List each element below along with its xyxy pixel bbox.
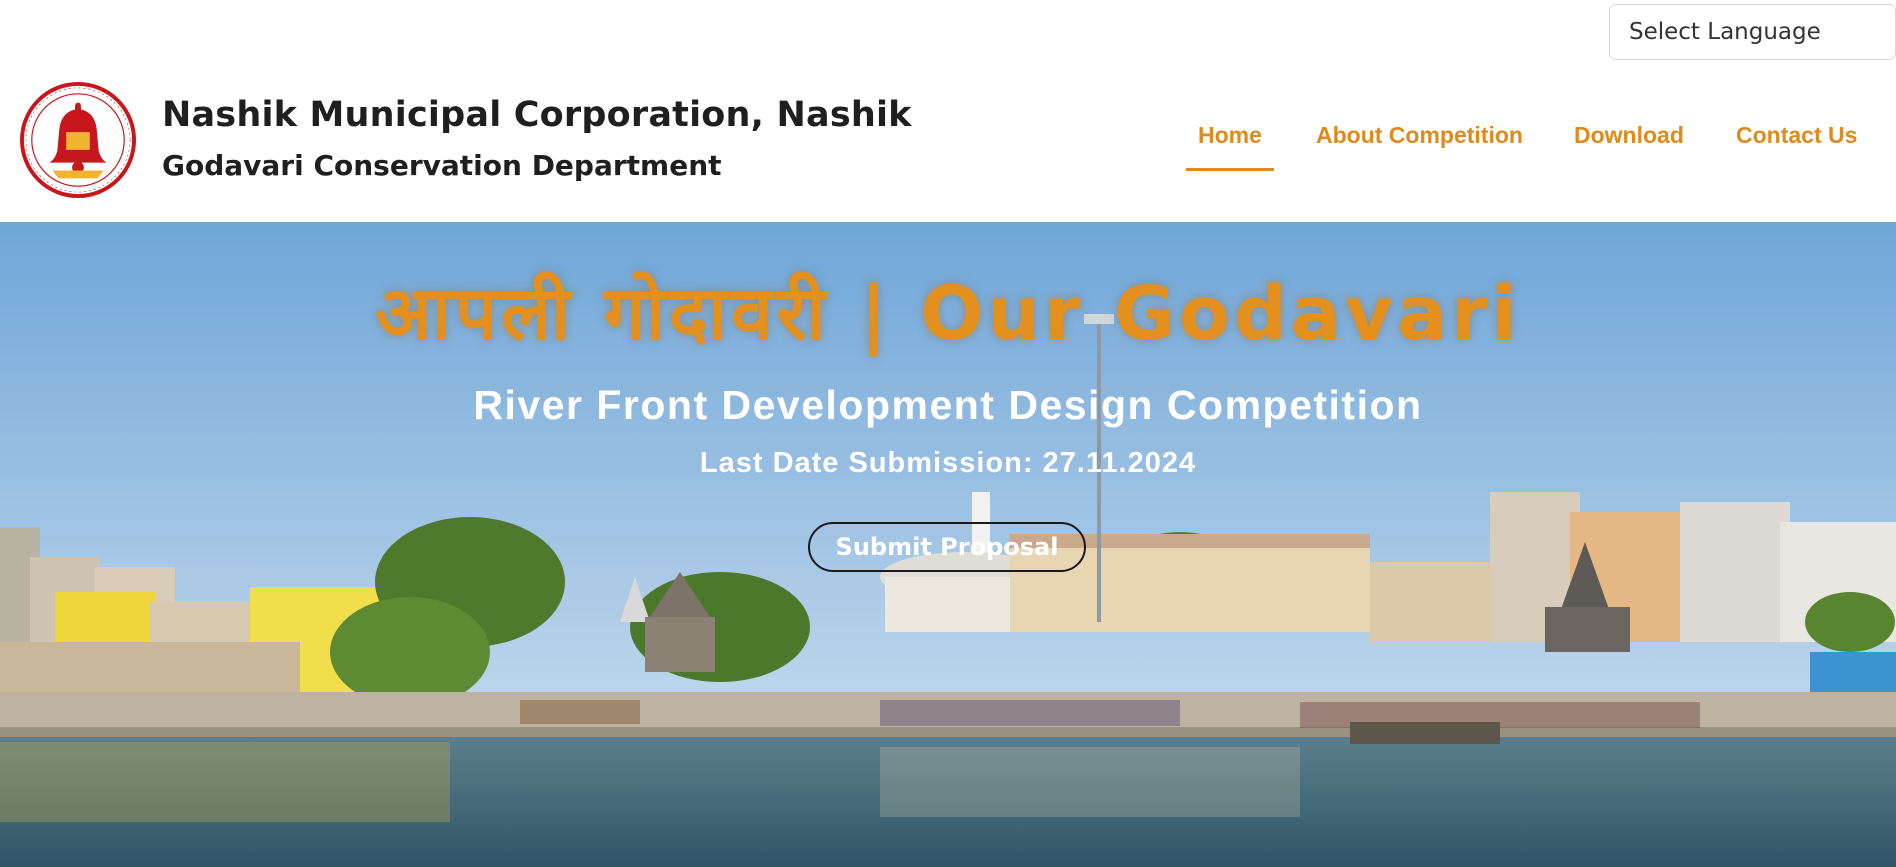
site-header: Select Language Nashik Municipal Corpora… (0, 0, 1896, 223)
nav-active-indicator (1186, 168, 1274, 171)
submit-proposal-button[interactable]: Submit Proposal (808, 522, 1086, 572)
last-date-text: Last Date Submission: 27.11.2024 (699, 447, 1197, 479)
dept-title: Godavari Conservation Department (162, 149, 722, 182)
hero-subtitle: River Front Development Design Competiti… (473, 382, 1423, 428)
nav-download[interactable]: Download (1574, 122, 1684, 174)
nav-about-competition[interactable]: About Competition (1316, 122, 1523, 174)
nmc-bell-logo-icon (19, 81, 137, 199)
org-title: Nashik Municipal Corporation, Nashik (162, 95, 912, 135)
hero-banner: आपली गोदावरी | Our Godavari River Front … (0, 222, 1896, 867)
nav-home[interactable]: Home (1198, 122, 1262, 174)
language-select[interactable]: Select Language (1609, 4, 1896, 60)
nav-contact-us[interactable]: Contact Us (1736, 122, 1857, 174)
hero-headline: आपली गोदावरी | Our Godavari (375, 271, 1521, 357)
